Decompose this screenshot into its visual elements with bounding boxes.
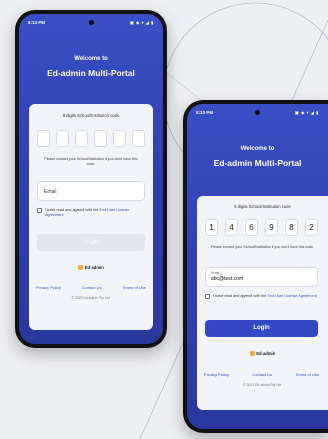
status-icons: ▣ ◈ ▾ ◢ ▮ <box>130 20 154 25</box>
agreement-row: I have read and agreed with the End User… <box>205 294 318 306</box>
copyright-text: © 2023 Ed-admin Pty Ltd. <box>243 383 282 387</box>
status-icons: ▣ ◈ ▾ ◢ ▮ <box>295 110 319 115</box>
camera-hole <box>255 110 260 115</box>
email-label: Email <box>211 270 219 275</box>
email-field[interactable]: Email <box>37 181 145 201</box>
code-digit-5[interactable] <box>113 130 126 147</box>
welcome-text: Welcome to <box>74 56 108 62</box>
code-digit-5[interactable]: 8 <box>285 219 298 236</box>
login-card: 6 digits School/Institution code 1 4 6 9… <box>197 196 328 410</box>
login-button[interactable]: Login <box>37 234 145 251</box>
privacy-policy-link[interactable]: Privacy Policy <box>204 372 229 377</box>
footer-links: Privacy Policy Contact Us Terms of Use <box>36 285 146 290</box>
code-digit-6[interactable]: 2 <box>305 219 318 236</box>
page-title: Ed-admin Multi-Portal <box>213 158 302 168</box>
agree-text: I have read and agreed with the End User… <box>45 208 130 217</box>
copyright-text: © 2023 Ed-admin Pty Ltd. <box>71 296 111 300</box>
code-inputs: 1 4 6 9 8 2 <box>205 219 318 236</box>
phone-mockup-1: 8:13 PM ▣ ◈ ▾ ◢ ▮ Welcome to Ed-admin Mu… <box>15 10 167 348</box>
welcome-text: Welcome to <box>240 146 275 152</box>
ed-admin-logo: Ed-admin <box>197 351 328 356</box>
email-placeholder: Email <box>44 188 57 195</box>
agree-checkbox[interactable] <box>37 208 42 213</box>
code-digit-3[interactable]: 6 <box>245 219 258 236</box>
eula-link[interactable]: End User License Agreement <box>267 294 316 298</box>
camera-hole <box>88 20 94 25</box>
code-digit-6[interactable] <box>132 130 145 147</box>
contact-us-link[interactable]: Contact Us <box>252 372 272 377</box>
terms-of-use-link[interactable]: Terms of Use <box>295 372 319 377</box>
code-digit-2[interactable] <box>56 130 69 147</box>
phone-mockup-2: 8:13 PM ▣ ◈ ▾ ◢ ▮ Welcome to Ed-admin Mu… <box>183 100 328 433</box>
code-note: Please contact your School/Institution i… <box>210 245 315 249</box>
email-field[interactable]: Email abc@test.com <box>205 267 318 287</box>
code-digit-3[interactable] <box>75 130 88 147</box>
code-note: Please contact your School/Institution i… <box>44 157 138 166</box>
code-inputs <box>37 130 145 147</box>
code-label: 6 digits School/Institution code <box>234 204 291 209</box>
contact-us-link[interactable]: Contact Us <box>82 285 102 290</box>
page-title: Ed-admin Multi-Portal <box>47 68 135 78</box>
code-digit-4[interactable]: 9 <box>265 219 278 236</box>
privacy-policy-link[interactable]: Privacy Policy <box>36 285 61 290</box>
agree-text: I have read and agreed with the End User… <box>213 294 317 298</box>
status-time: 8:13 PM <box>28 20 46 25</box>
code-label: 6 digits School/Institution code <box>62 113 120 118</box>
login-card: 6 digits School/Institution code Please … <box>29 104 153 330</box>
footer-links: Privacy Policy Contact Us Terms of Use <box>204 372 319 377</box>
agree-checkbox[interactable] <box>205 294 210 299</box>
code-digit-2[interactable]: 4 <box>225 219 238 236</box>
login-screen-1: 8:13 PM ▣ ◈ ▾ ◢ ▮ Welcome to Ed-admin Mu… <box>19 14 163 344</box>
ed-admin-logo-icon <box>249 351 255 356</box>
ed-admin-logo: Ed-admin <box>29 265 153 270</box>
code-digit-1[interactable] <box>37 130 50 147</box>
terms-of-use-link[interactable]: Terms of Use <box>122 285 146 290</box>
login-screen-2: 8:13 PM ▣ ◈ ▾ ◢ ▮ Welcome to Ed-admin Mu… <box>187 104 328 429</box>
code-digit-1[interactable]: 1 <box>205 219 218 236</box>
email-value: abc@test.com <box>211 276 244 282</box>
login-button[interactable]: Login <box>205 320 318 337</box>
ed-admin-logo-icon <box>78 265 84 270</box>
agreement-row: I have read and agreed with the End User… <box>37 208 145 220</box>
status-time: 8:13 PM <box>196 110 214 115</box>
code-digit-4[interactable] <box>94 130 107 147</box>
